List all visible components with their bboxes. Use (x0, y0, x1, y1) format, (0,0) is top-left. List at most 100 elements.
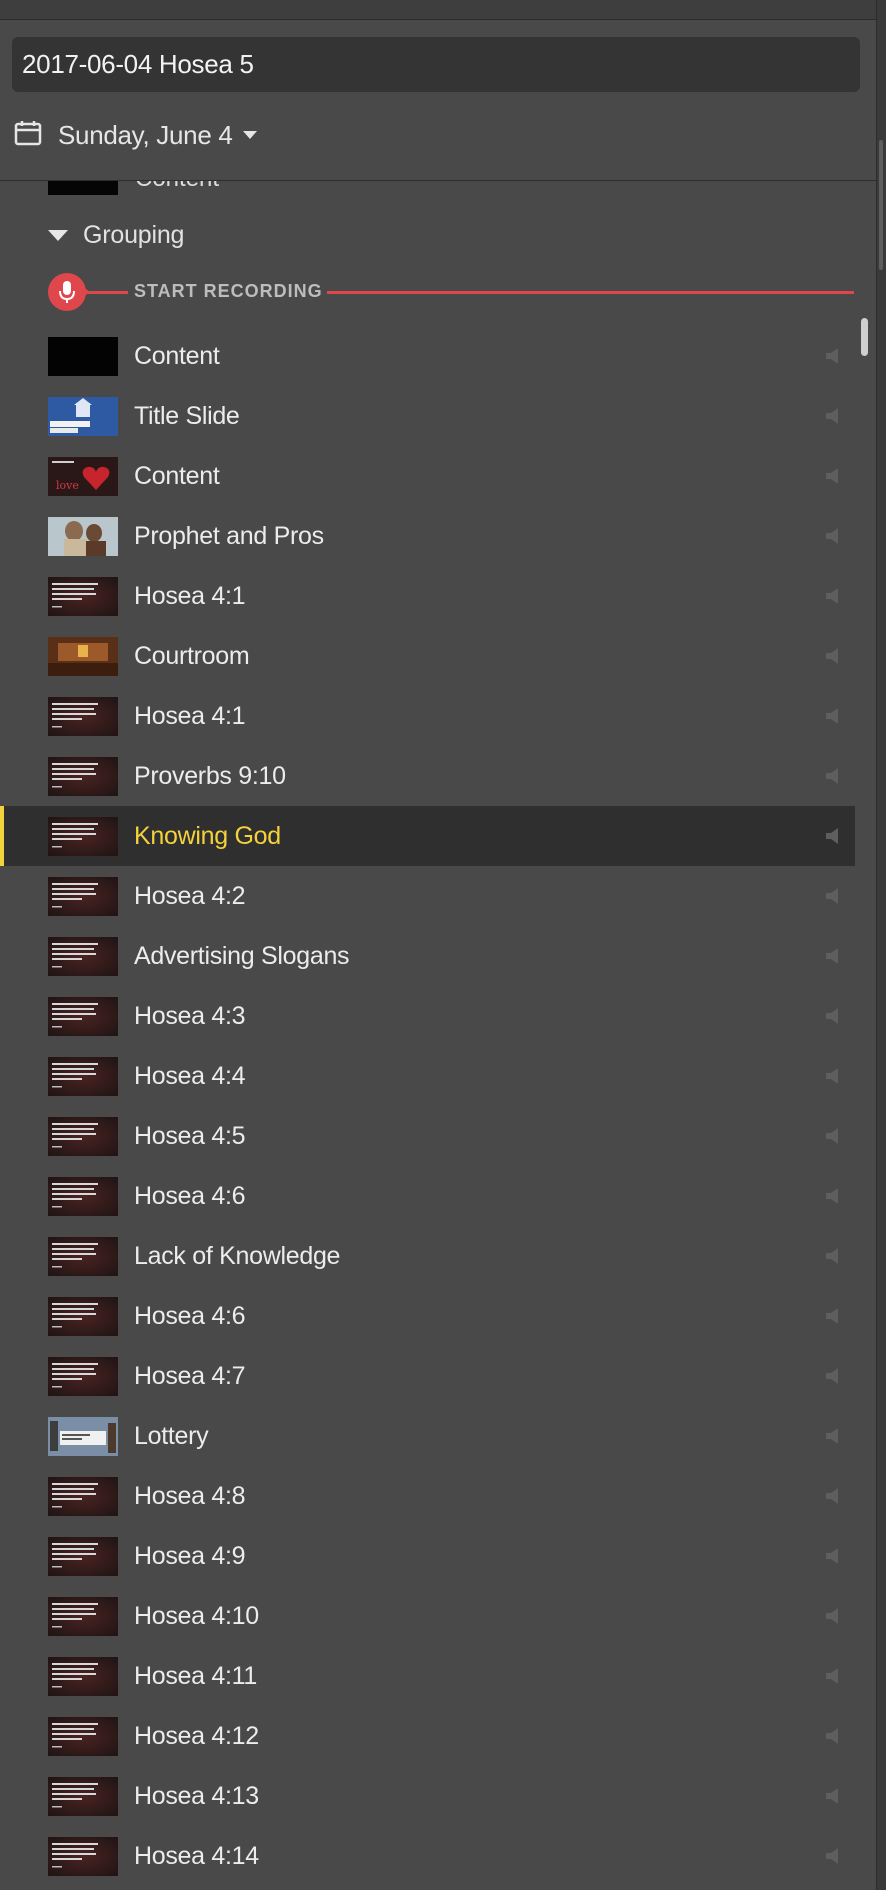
speaker-icon[interactable] (824, 1546, 842, 1566)
recording-line (88, 291, 128, 294)
calendar-icon (14, 120, 42, 151)
chevron-down-icon (242, 131, 257, 139)
disclosure-triangle-icon[interactable] (48, 229, 68, 241)
speaker-icon[interactable] (824, 1426, 842, 1446)
speaker-icon[interactable] (824, 1726, 842, 1746)
slide-label: Hosea 4:5 (134, 1122, 246, 1150)
slide-row[interactable]: love Content (0, 446, 855, 506)
speaker-icon[interactable] (824, 586, 842, 606)
slide-row[interactable]: Hosea 4:11 (0, 1646, 855, 1706)
slide-row[interactable]: Hosea 4:5 (0, 1106, 855, 1166)
slide-row[interactable]: Hosea 4:9 (0, 1526, 855, 1586)
speaker-icon[interactable] (824, 646, 842, 666)
slide-row[interactable]: Proverbs 9:10 (0, 746, 855, 806)
slide-thumbnail (48, 1117, 118, 1156)
speaker-icon[interactable] (824, 1306, 842, 1326)
slide-row[interactable]: Courtroom (0, 626, 855, 686)
speaker-icon[interactable] (824, 1126, 842, 1146)
slide-row[interactable]: Hosea 4:2 (0, 866, 855, 926)
slide-thumbnail (48, 517, 118, 556)
speaker-icon[interactable] (824, 1666, 842, 1686)
speaker-icon[interactable] (824, 1606, 842, 1626)
slide-row[interactable]: Lack of Knowledge (0, 1226, 855, 1286)
speaker-icon[interactable] (824, 1186, 842, 1206)
slide-row[interactable]: Advertising Slogans (0, 926, 855, 986)
speaker-icon[interactable] (824, 526, 842, 546)
slide-row[interactable]: Content (0, 326, 855, 386)
svg-text:love: love (56, 479, 79, 492)
presentation-title-field[interactable]: 2017-06-04 Hosea 5 (12, 37, 860, 92)
speaker-icon[interactable] (824, 766, 842, 786)
slide-thumbnail (48, 337, 118, 376)
speaker-icon[interactable] (824, 826, 842, 846)
speaker-icon[interactable] (824, 1786, 842, 1806)
slide-label: Hosea 4:11 (134, 1662, 258, 1690)
speaker-icon[interactable] (824, 886, 842, 906)
speaker-icon[interactable] (824, 1486, 842, 1506)
slide-row[interactable]: Hosea 4:6 (0, 1166, 855, 1226)
slide-thumbnail (48, 1717, 118, 1756)
slide-row[interactable]: Hosea 4:14 (0, 1826, 855, 1886)
speaker-icon[interactable] (824, 346, 842, 366)
group-label: Grouping (83, 220, 185, 249)
speaker-icon[interactable] (824, 1066, 842, 1086)
slide-thumbnail (48, 1777, 118, 1816)
slide-label: Hosea 4:10 (134, 1602, 259, 1630)
slide-row[interactable]: Title Slide (0, 386, 855, 446)
slide-thumbnail (48, 1177, 118, 1216)
group-header[interactable]: Grouping (48, 217, 184, 253)
slide-thumbnail (48, 1477, 118, 1516)
slide-row[interactable]: Hosea 4:1 (0, 686, 855, 746)
slide-label: Hosea 4:6 (134, 1302, 246, 1330)
slide-row[interactable]: Hosea 4:4 (0, 1046, 855, 1106)
slide-thumbnail (48, 817, 118, 856)
slide-thumbnail (48, 577, 118, 616)
slide-label: Content (134, 462, 220, 490)
slide-row[interactable]: Hosea 4:8 (0, 1466, 855, 1526)
slide-thumbnail (48, 1537, 118, 1576)
start-recording-label: START RECORDING (134, 281, 323, 301)
slide-label: Advertising Slogans (134, 942, 350, 970)
slide-thumbnail (48, 937, 118, 976)
microphone-icon[interactable] (48, 273, 86, 311)
date-label: Sunday, June 4 (58, 119, 233, 150)
slide-label: Hosea 4:1 (134, 702, 246, 730)
slide-label: Hosea 4:7 (134, 1362, 246, 1390)
recording-line (327, 291, 854, 294)
speaker-icon[interactable] (824, 946, 842, 966)
slide-row[interactable]: Prophet and Pros (0, 506, 855, 566)
speaker-icon[interactable] (824, 466, 842, 486)
window-scrollbar-thumb[interactable] (879, 140, 883, 270)
slide-row[interactable]: Lottery (0, 1406, 855, 1466)
slide-row[interactable]: Hosea 4:3 (0, 986, 855, 1046)
slide-row[interactable]: Hosea 4:7 (0, 1346, 855, 1406)
slide-label: Hosea 4:12 (134, 1722, 259, 1750)
slide-row[interactable]: Hosea 4:1 (0, 566, 855, 626)
slide-row[interactable]: Hosea 4:6 (0, 1286, 855, 1346)
slide-label: Title Slide (134, 402, 240, 430)
slide-label: Hosea 4:14 (134, 1842, 259, 1870)
slide-label: Content (134, 342, 220, 370)
start-recording-marker[interactable]: START RECORDING (48, 273, 854, 311)
date-picker[interactable]: Sunday, June 4 (14, 115, 257, 155)
slide-row[interactable]: Hosea 4:10 (0, 1586, 855, 1646)
speaker-icon[interactable] (824, 1366, 842, 1386)
slide-thumbnail (48, 397, 118, 436)
speaker-icon[interactable] (824, 1246, 842, 1266)
window-scrollbar[interactable] (876, 0, 886, 1890)
slide-row[interactable]: Hosea 4:13 (0, 1766, 855, 1826)
speaker-icon[interactable] (824, 1006, 842, 1026)
slide-row[interactable]: Knowing God (0, 806, 855, 866)
slide-list: Content Grouping START RECORDING Content… (0, 181, 876, 1890)
speaker-icon[interactable] (824, 406, 842, 426)
slide-label: Lack of Knowledge (134, 1242, 341, 1270)
speaker-icon[interactable] (824, 1846, 842, 1866)
list-scrollbar-thumb[interactable] (861, 318, 868, 356)
slide-thumbnail (48, 1597, 118, 1636)
slide-thumbnail (48, 1837, 118, 1876)
slide-thumbnail (48, 637, 118, 676)
slide-label: Hosea 4:1 (134, 582, 246, 610)
speaker-icon[interactable] (824, 706, 842, 726)
slide-row[interactable]: Hosea 4:12 (0, 1706, 855, 1766)
slide-thumbnail (48, 1417, 118, 1456)
